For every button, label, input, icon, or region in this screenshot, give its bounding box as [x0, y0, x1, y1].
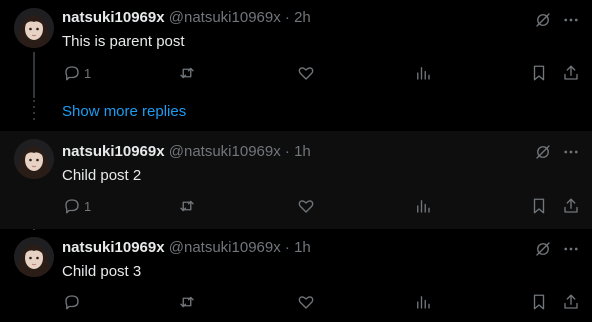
reply-button[interactable]: 1 — [63, 63, 91, 83]
reply-icon — [63, 293, 81, 311]
more-icon[interactable] — [562, 143, 580, 161]
separator: · — [284, 9, 290, 26]
grok-icon[interactable] — [534, 11, 552, 29]
views-icon — [414, 197, 432, 215]
share-icon — [562, 293, 580, 311]
like-button[interactable] — [297, 292, 315, 312]
post-header: natsuki10969x @natsuki10969x · 1h — [62, 239, 311, 257]
grok-icon[interactable] — [534, 143, 552, 161]
share-icon — [562, 64, 580, 82]
user-handle[interactable]: @natsuki10969x — [169, 239, 281, 256]
share-button[interactable] — [562, 63, 580, 83]
like-icon — [297, 197, 315, 215]
repost-icon — [178, 293, 196, 311]
share-icon — [562, 197, 580, 215]
thread-dots — [33, 100, 35, 122]
reply-button[interactable]: 1 — [63, 196, 91, 216]
views-icon — [414, 293, 432, 311]
bookmark-button[interactable] — [530, 63, 548, 83]
repost-button[interactable] — [178, 292, 196, 312]
reply-button[interactable] — [63, 292, 84, 312]
post-child-3[interactable]: natsuki10969x @natsuki10969x · 1h Child … — [0, 229, 592, 322]
timestamp[interactable]: 2h — [294, 9, 311, 26]
post-parent[interactable]: natsuki10969x @natsuki10969x · 2h This i… — [0, 0, 592, 97]
repost-icon — [178, 64, 196, 82]
bookmark-icon — [530, 197, 548, 215]
bookmark-button[interactable] — [530, 292, 548, 312]
repost-icon — [178, 197, 196, 215]
post-text: Child post 3 — [62, 263, 142, 280]
user-handle[interactable]: @natsuki10969x — [169, 143, 281, 160]
reply-count: 1 — [84, 198, 92, 214]
reply-icon — [63, 197, 81, 215]
reply-count: 1 — [84, 65, 92, 81]
avatar[interactable] — [14, 8, 54, 48]
bookmark-icon — [530, 293, 548, 311]
grok-icon[interactable] — [534, 240, 552, 258]
like-button[interactable] — [297, 196, 315, 216]
views-icon — [414, 64, 432, 82]
share-button[interactable] — [562, 196, 580, 216]
separator: · — [284, 143, 290, 160]
display-name[interactable]: natsuki10969x — [62, 239, 165, 256]
avatar[interactable] — [14, 139, 54, 179]
display-name[interactable]: natsuki10969x — [62, 143, 165, 160]
timestamp[interactable]: 1h — [294, 239, 311, 256]
like-icon — [297, 293, 315, 311]
user-handle[interactable]: @natsuki10969x — [169, 9, 281, 26]
action-bar: 1 — [0, 63, 592, 83]
repost-button[interactable] — [178, 63, 196, 83]
repost-button[interactable] — [178, 196, 196, 216]
views-button[interactable] — [414, 63, 432, 83]
more-icon[interactable] — [562, 11, 580, 29]
post-text: This is parent post — [62, 33, 185, 50]
more-icon[interactable] — [562, 240, 580, 258]
avatar[interactable] — [14, 237, 54, 277]
post-text: Child post 2 — [62, 167, 142, 184]
share-button[interactable] — [562, 292, 580, 312]
views-button[interactable] — [414, 292, 432, 312]
reply-icon — [63, 64, 81, 82]
post-header: natsuki10969x @natsuki10969x · 2h — [62, 9, 311, 27]
post-header: natsuki10969x @natsuki10969x · 1h — [62, 143, 311, 161]
post-child-2[interactable]: natsuki10969x @natsuki10969x · 1h Child … — [0, 131, 592, 229]
bookmark-button[interactable] — [530, 196, 548, 216]
action-bar — [0, 292, 592, 312]
bookmark-icon — [530, 64, 548, 82]
action-bar: 1 — [0, 196, 592, 216]
views-button[interactable] — [414, 196, 432, 216]
show-more-replies-link[interactable]: Show more replies — [62, 103, 186, 121]
separator: · — [284, 239, 290, 256]
like-icon — [297, 64, 315, 82]
timestamp[interactable]: 1h — [294, 143, 311, 160]
like-button[interactable] — [297, 63, 315, 83]
display-name[interactable]: natsuki10969x — [62, 9, 165, 26]
